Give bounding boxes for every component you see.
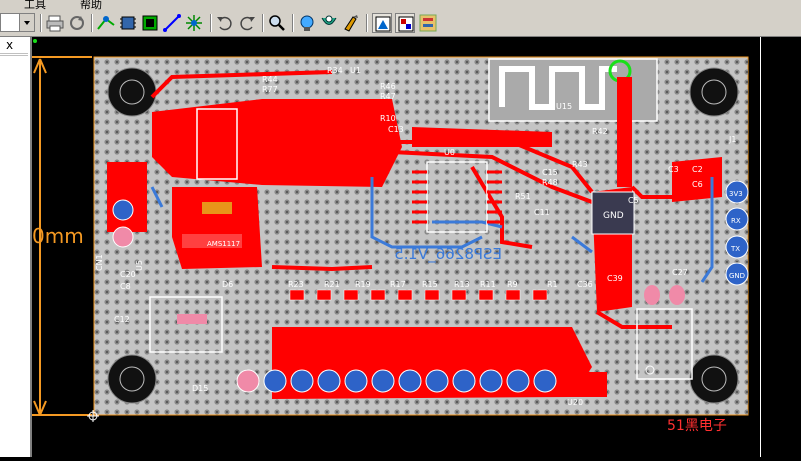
component-icon[interactable] [118, 13, 138, 33]
toolbar [0, 10, 801, 37]
menu-help[interactable]: 帮助 [80, 0, 102, 10]
chip-label: GND [603, 211, 624, 221]
close-icon[interactable]: x [6, 38, 13, 52]
silk-label: C13 [388, 125, 404, 134]
silk-label: U20 [567, 398, 583, 407]
silk-label: R10 [380, 114, 396, 123]
drc-icon[interactable] [319, 13, 339, 33]
silk-label: R17 [390, 280, 406, 289]
silk-label: R51 [515, 192, 531, 201]
undo-icon[interactable] [215, 13, 235, 33]
silk-label: D15 [192, 384, 208, 393]
route-icon[interactable] [96, 13, 116, 33]
layer-select-icon[interactable] [395, 13, 415, 33]
silk-label: R11 [480, 280, 496, 289]
silk-label: C12 [114, 315, 130, 324]
view3d-icon[interactable] [297, 13, 317, 33]
silk-label: R1 [547, 280, 558, 289]
silk-label: R43 [572, 160, 588, 169]
right-margin [760, 37, 801, 457]
silk-label: R19 [355, 280, 371, 289]
board-name: ESP8266_V1.5 [394, 245, 502, 264]
silk-label: R23 [288, 280, 304, 289]
pin-label: 3V3 [729, 190, 743, 198]
chip-icon[interactable] [140, 13, 160, 33]
silk-label: C6 [692, 180, 703, 189]
chevron-down-icon[interactable] [19, 14, 34, 31]
silk-label: C15 [542, 168, 558, 177]
silk-label: U5 [135, 260, 144, 271]
silk-label: R15 [422, 280, 438, 289]
silk-label: C5 [628, 196, 639, 205]
silk-label: U1 [350, 66, 361, 75]
silk-label: R34 [327, 66, 343, 75]
silk-label: C36 [577, 280, 593, 289]
zoom-icon[interactable] [267, 13, 287, 33]
layer-combo[interactable] [0, 13, 35, 32]
pin-label: RX [731, 217, 741, 225]
silk-label: C39 [607, 274, 623, 283]
silk-label: C27 [672, 268, 688, 277]
menu-bar: 工具 帮助 [0, 0, 801, 10]
silk-label: R77 [262, 85, 278, 94]
silk-label: R48 [542, 178, 558, 187]
silk-label: CN1 [95, 254, 104, 271]
silk-label: D6 [222, 280, 233, 289]
silk-label: R46 [380, 82, 396, 91]
dimension-label: 0mm [32, 224, 84, 248]
pcb-canvas[interactable]: GND 3V3 RX TX GND R44 R77 R34 U1 R46 R47… [32, 37, 760, 457]
silk-label: R21 [324, 280, 340, 289]
watermark: 51黑电子 [667, 418, 727, 434]
silk-label: R47 [380, 92, 396, 101]
via-icon[interactable] [184, 13, 204, 33]
layer-view-icon[interactable] [372, 13, 392, 33]
redo-icon[interactable] [237, 13, 257, 33]
silk-label: C8 [120, 282, 131, 291]
silk-label: R9 [507, 280, 518, 289]
silk-label: R44 [262, 75, 278, 84]
line-icon[interactable] [162, 13, 182, 33]
silk-label: C3 [668, 165, 679, 174]
silk-label: U0 [444, 148, 455, 157]
footprint-icon[interactable] [418, 13, 438, 33]
pin-label: TX [730, 245, 740, 253]
silk-label: U15 [556, 102, 572, 111]
silk-label: C2 [692, 165, 703, 174]
menu-tools[interactable]: 工具 [24, 0, 46, 10]
refresh-icon[interactable] [67, 13, 87, 33]
left-panel: x [0, 37, 32, 457]
print-icon[interactable] [45, 13, 65, 33]
silk-label: J1 [728, 135, 736, 144]
silk-label: R13 [454, 280, 470, 289]
silk-caption: AMS1117 [207, 240, 240, 248]
silk-label: C20 [120, 270, 136, 279]
silk-label: C11 [534, 208, 550, 217]
clean-icon[interactable] [341, 13, 361, 33]
silk-label: R42 [592, 127, 608, 136]
pin-label: GND [729, 272, 745, 280]
